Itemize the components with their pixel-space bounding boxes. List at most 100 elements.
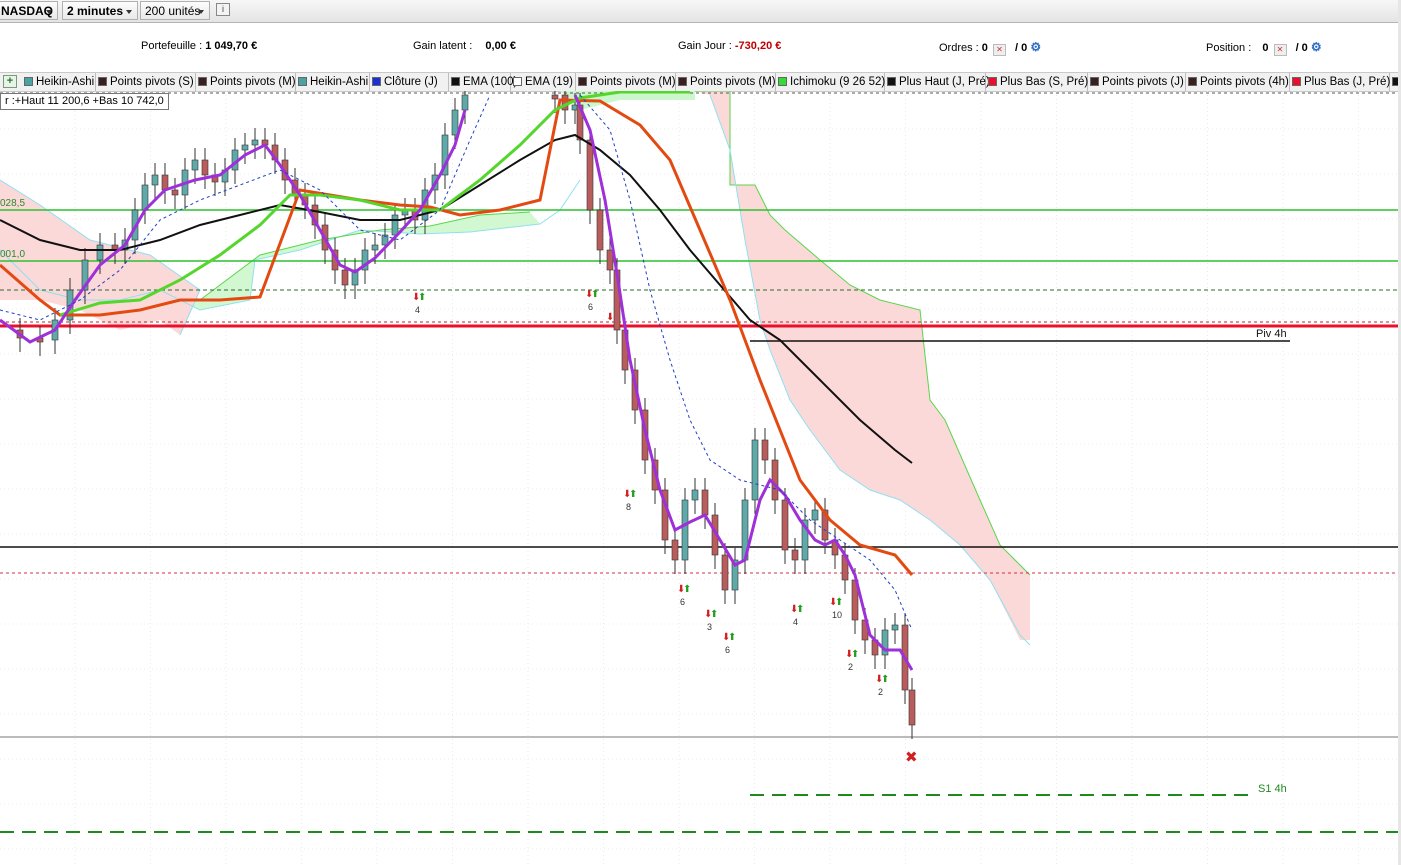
candle xyxy=(96,244,104,261)
candle xyxy=(451,109,459,136)
orders-settings-gear-icon[interactable]: ⚙ xyxy=(1030,40,1041,54)
cancel-orders-icon[interactable]: ✕ xyxy=(992,44,1006,56)
legend-swatch xyxy=(513,77,522,86)
candle xyxy=(671,539,679,561)
period-dropdown[interactable]: 2 minutes xyxy=(62,1,138,20)
candle xyxy=(701,489,709,516)
legend-swatch xyxy=(24,77,33,86)
position-summary: Position : 0 ✕ / 0 ⚙ xyxy=(1206,40,1322,56)
legend-swatch xyxy=(198,77,207,86)
chevron-down-icon xyxy=(46,10,52,14)
daily-gain-value: -730,20 € xyxy=(734,40,782,52)
legend-item[interactable]: Clôture (J) xyxy=(370,73,449,91)
legend-item[interactable]: Points pivots (M) xyxy=(676,73,776,91)
legend-label: Points pivots (M) xyxy=(590,76,676,88)
daily-gain-summary: Gain Jour : -730,20 € xyxy=(678,40,781,52)
buy-arrow-icon: ⬆ xyxy=(418,292,426,303)
candle xyxy=(721,554,729,591)
buy-arrow-icon: ⬆ xyxy=(629,489,637,500)
legend-item[interactable]: EMA (19) xyxy=(511,73,576,91)
buy-arrow-icon: ⬆ xyxy=(851,649,859,660)
legend-item[interactable]: Points pivots (M) xyxy=(576,73,676,91)
chevron-down-icon xyxy=(126,10,132,14)
candle xyxy=(461,94,469,111)
legend-swatch xyxy=(98,77,107,86)
symbol-dropdown[interactable]: NASDAQ xyxy=(0,1,58,20)
signal-count: 4 xyxy=(793,617,798,627)
units-label: 200 unités xyxy=(145,4,201,18)
s1-4h-label: S1 4h xyxy=(1258,783,1287,795)
portfolio-value: 1 049,70 € xyxy=(205,40,258,52)
legend-label: Points pivots (S) xyxy=(110,76,194,88)
unrealized-gain-label: Gain latent : xyxy=(413,40,473,52)
legend-item[interactable]: Ichimoku (9 26 52) xyxy=(776,73,885,91)
legend-item[interactable]: Heikin-Ashi xyxy=(22,73,96,91)
legend-label: Points pivots (J) xyxy=(1102,76,1184,88)
buy-arrow-icon: ⬆ xyxy=(710,609,718,620)
legend-item[interactable]: Points pivots (4h) xyxy=(1186,73,1290,91)
orders-label: Ordres : xyxy=(939,42,979,54)
legend-swatch xyxy=(778,77,787,86)
legend-label: EMA (19) xyxy=(525,76,573,88)
candle xyxy=(891,624,899,631)
price-chart[interactable]: ⬇⬆4⬇⬆6⬇⬆8⬇⬆6⬇⬆3⬇⬆6⬇⬆4⬇⬆10⬇⬆2⬇⬆2⬇✖028,500… xyxy=(0,91,1398,865)
orders-summary: Ordres : 0 ✕ / 0 ⚙ xyxy=(939,40,1041,56)
candle xyxy=(201,159,209,176)
legend-swatch xyxy=(451,77,460,86)
account-summary: Portefeuille : 1 049,70 € Gain latent : … xyxy=(0,23,1401,69)
signal-count: 8 xyxy=(626,502,631,512)
candle xyxy=(371,244,379,251)
legend-item[interactable]: Heikin-Ashi xyxy=(296,73,370,91)
legend-label: Ichimoku (9 26 52) xyxy=(790,76,886,88)
buy-arrow-icon: ⬆ xyxy=(881,674,889,685)
candle xyxy=(771,459,779,501)
legend-swatch xyxy=(1292,77,1301,86)
legend-label: Plus Bas (J, Pré) xyxy=(1304,76,1391,88)
candle xyxy=(191,159,199,171)
signal-count: 6 xyxy=(680,597,685,607)
legend-label: Heikin-Ashi xyxy=(36,76,95,88)
legend-label: Points pivots (M) xyxy=(210,76,296,88)
orders-value: 0 xyxy=(981,42,988,54)
legend-item[interactable]: EMA (100) xyxy=(449,73,517,91)
legend-label: Points pivots (M) xyxy=(690,76,776,88)
legend-swatch xyxy=(678,77,687,86)
legend-item[interactable]: Plus Bas (S, Pré) xyxy=(986,73,1088,91)
indicator-legend-bar: + Heikin-Ashi Points pivots (S) Points piv… xyxy=(0,72,1401,92)
signal-count: 10 xyxy=(832,610,842,620)
legend-swatch xyxy=(1188,77,1197,86)
info-icon[interactable]: i xyxy=(216,3,230,16)
buy-arrow-icon: ⬆ xyxy=(591,289,599,300)
legend-swatch xyxy=(298,77,307,86)
portfolio-summary: Portefeuille : 1 049,70 € xyxy=(141,40,257,52)
signal-count: 6 xyxy=(588,302,593,312)
candle xyxy=(391,214,399,236)
period-label: 2 minutes xyxy=(67,4,124,18)
candle xyxy=(551,94,559,100)
close-position-icon[interactable]: ✕ xyxy=(1273,44,1287,56)
position-value: 0 xyxy=(1262,42,1269,54)
legend-label: Heikin-Ashi xyxy=(310,76,369,88)
position-label: Position : xyxy=(1206,42,1252,54)
unrealized-gain-summary: Gain latent : 0,00 € xyxy=(413,40,516,52)
daily-gain-label: Gain Jour : xyxy=(678,40,732,52)
buy-arrow-icon: ⬆ xyxy=(796,604,804,615)
legend-item[interactable]: Points pivots (J) xyxy=(1088,73,1186,91)
position-total: / 0 xyxy=(1295,42,1308,54)
add-indicator-icon[interactable]: + xyxy=(3,75,17,88)
orders-total: / 0 xyxy=(1015,42,1028,54)
units-dropdown[interactable]: 200 unités xyxy=(140,1,210,20)
legend-item[interactable]: Points pivots (S) xyxy=(96,73,196,91)
candle xyxy=(151,174,159,186)
position-settings-gear-icon[interactable]: ⚙ xyxy=(1311,40,1322,54)
candle xyxy=(811,509,819,521)
candle xyxy=(908,689,916,726)
buy-arrow-icon: ⬆ xyxy=(835,597,843,608)
legend-item[interactable]: Plus Haut (J, Pré) xyxy=(885,73,990,91)
portfolio-label: Portefeuille : xyxy=(141,40,203,52)
legend-label: Plus Haut (J, Pré) xyxy=(899,76,990,88)
legend-swatch xyxy=(1090,77,1099,86)
legend-item[interactable]: Plus Bas (J, Pré) xyxy=(1290,73,1390,91)
legend-item[interactable]: Points pivots (M) xyxy=(196,73,296,91)
high-low-info-box: r :+Haut 11 200,6 +Bas 10 742,0 xyxy=(0,93,169,110)
